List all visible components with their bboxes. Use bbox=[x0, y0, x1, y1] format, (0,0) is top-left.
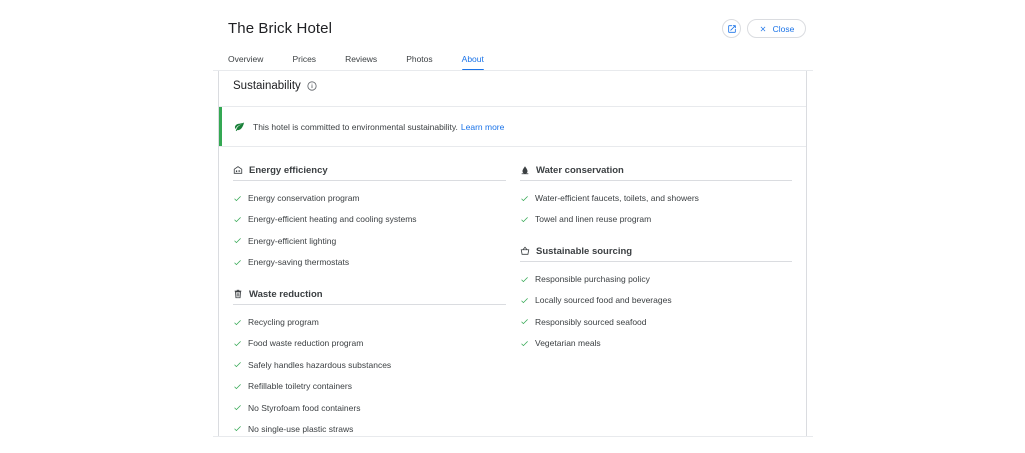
close-label: Close bbox=[772, 23, 795, 34]
check-icon bbox=[234, 238, 241, 244]
energy-efficiency-group: Energy efficiency Energy conservation pr… bbox=[233, 163, 506, 279]
sustainability-title: Sustainability bbox=[233, 80, 301, 92]
list-item: Responsibly sourced seafood bbox=[520, 317, 792, 327]
list-item: Responsible purchasing policy bbox=[520, 274, 792, 284]
close-button[interactable]: Close bbox=[747, 19, 806, 38]
list-item: Energy-efficient heating and cooling sys… bbox=[233, 214, 506, 224]
check-icon bbox=[234, 362, 241, 368]
tab-reviews[interactable]: Reviews bbox=[345, 54, 377, 71]
check-icon bbox=[521, 195, 528, 201]
house-energy-icon bbox=[233, 166, 243, 174]
learn-more-link[interactable]: Learn more bbox=[461, 122, 504, 132]
list-item: Refillable toiletry containers bbox=[233, 381, 506, 391]
check-icon bbox=[234, 195, 241, 201]
sustainability-heading: Sustainability bbox=[233, 80, 317, 92]
tab-about[interactable]: About bbox=[461, 54, 485, 71]
check-icon bbox=[234, 319, 241, 325]
tab-photos[interactable]: Photos bbox=[406, 54, 432, 71]
check-icon bbox=[234, 405, 241, 411]
list-item: Recycling program bbox=[233, 317, 506, 327]
check-icon bbox=[234, 383, 241, 389]
list-item: Energy conservation program bbox=[233, 193, 506, 203]
list-item: Energy-efficient lighting bbox=[233, 236, 506, 246]
info-icon[interactable] bbox=[307, 81, 317, 91]
list-item: Towel and linen reuse program bbox=[520, 214, 792, 224]
group-title: Water conservation bbox=[536, 164, 624, 176]
check-icon bbox=[234, 259, 241, 265]
check-icon bbox=[521, 276, 528, 282]
check-icon bbox=[521, 319, 528, 325]
tab-overview[interactable]: Overview bbox=[228, 54, 263, 71]
check-icon bbox=[521, 297, 528, 304]
open-in-new-button[interactable] bbox=[722, 19, 741, 38]
list-item: Safely handles hazardous substances bbox=[233, 360, 506, 370]
check-icon bbox=[521, 340, 528, 346]
waste-reduction-group: Waste reduction Recycling program Food w… bbox=[233, 287, 506, 445]
tab-prices[interactable]: Prices bbox=[292, 54, 316, 71]
sustainability-panel: Sustainability This hotel is committed t… bbox=[218, 71, 807, 437]
check-icon bbox=[234, 340, 241, 347]
list-item: Vegetarian meals bbox=[520, 338, 792, 348]
water-drop-icon bbox=[521, 166, 529, 175]
divider bbox=[219, 146, 806, 147]
banner-text: This hotel is committed to environmental… bbox=[253, 121, 458, 132]
list-item: No single-use plastic straws bbox=[233, 424, 506, 434]
hotel-title: The Brick Hotel bbox=[228, 20, 333, 37]
check-icon bbox=[521, 216, 528, 223]
tab-bar: Overview Prices Reviews Photos About bbox=[228, 54, 513, 71]
check-icon bbox=[234, 216, 241, 223]
sustainable-sourcing-group: Sustainable sourcing Responsible purchas… bbox=[520, 244, 792, 360]
open-in-new-icon bbox=[727, 24, 736, 33]
group-title: Energy efficiency bbox=[249, 164, 328, 176]
sustainability-banner: This hotel is committed to environmental… bbox=[219, 107, 806, 146]
leaf-icon bbox=[234, 121, 245, 132]
group-title: Waste reduction bbox=[249, 288, 323, 300]
water-conservation-group: Water conservation Water-efficient fauce… bbox=[520, 163, 792, 236]
panel-bottom-edge bbox=[213, 436, 813, 437]
group-title: Sustainable sourcing bbox=[536, 245, 633, 257]
close-icon bbox=[760, 26, 765, 31]
list-item: Locally sourced food and beverages bbox=[520, 295, 792, 305]
list-item: Energy-saving thermostats bbox=[233, 257, 506, 267]
list-item: Water-efficient faucets, toilets, and sh… bbox=[520, 193, 792, 203]
check-icon bbox=[234, 426, 241, 432]
list-item: No Styrofoam food containers bbox=[233, 403, 506, 413]
list-item: Food waste reduction program bbox=[233, 338, 506, 348]
trash-icon bbox=[234, 289, 242, 299]
basket-icon bbox=[520, 246, 530, 255]
